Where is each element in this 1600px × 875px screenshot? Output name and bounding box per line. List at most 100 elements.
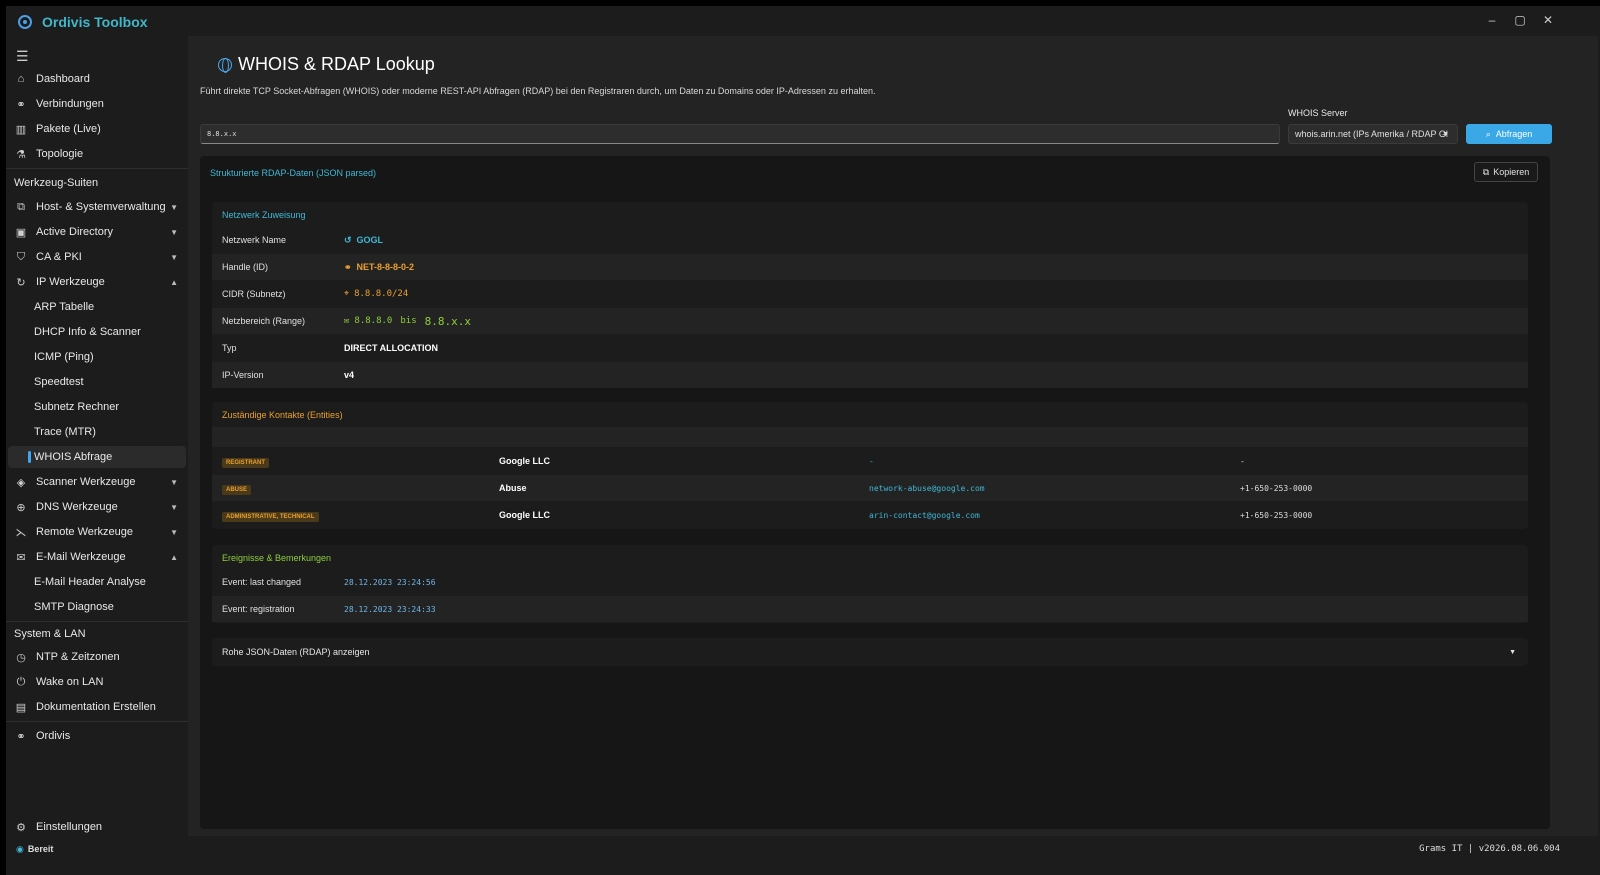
sidebar-divider — [6, 721, 188, 722]
entities-header-row — [212, 427, 1528, 447]
remote-icon: ⋋ — [15, 526, 27, 539]
events-title: Ereignisse & Bemerkungen — [222, 553, 332, 563]
chevron-down-icon: ▼ — [170, 252, 178, 262]
nav-verbindungen[interactable]: ⚭ Verbindungen — [8, 93, 186, 115]
nav-email-header[interactable]: E-Mail Header Analyse — [8, 571, 186, 593]
event-date: 28.12.2023 23:24:33 — [344, 604, 436, 614]
nav-scanner[interactable]: ◈ Scanner Werkzeuge ▼ — [8, 471, 186, 493]
chevron-down-icon: ▼ — [170, 202, 178, 212]
nav-trace[interactable]: Trace (MTR) — [8, 421, 186, 443]
nav-ip-werkzeuge[interactable]: ↻ IP Werkzeuge ▲ — [8, 271, 186, 293]
section-system-lan: System & LAN — [14, 628, 86, 640]
nav-whois-abfrage[interactable]: WHOIS Abfrage — [8, 446, 186, 468]
chevron-down-icon: ▼ — [170, 477, 178, 487]
event-row: Event: registration 28.12.2023 23:24:33 — [212, 596, 1528, 622]
chevron-up-icon: ▲ — [170, 552, 178, 562]
nav-email[interactable]: ✉ E-Mail Werkzeuge ▲ — [8, 546, 186, 568]
nav-arp-tabelle[interactable]: ARP Tabelle — [8, 296, 186, 318]
hamburger-menu-icon[interactable]: ☰ — [16, 48, 29, 65]
nav-smtp-diagnose[interactable]: SMTP Diagnose — [8, 596, 186, 618]
version-text: Grams IT | v2026.08.06.004 — [1419, 844, 1560, 854]
entity-email[interactable]: arin-contact@google.com — [869, 511, 980, 520]
minimize-button[interactable]: – — [1478, 6, 1506, 34]
power-icon: ⏻ — [16, 675, 26, 688]
maximize-button[interactable]: ▢ — [1506, 6, 1534, 34]
link-icon: ⚭ — [16, 730, 26, 743]
directory-icon: ▣ — [15, 226, 27, 239]
nav-dhcp[interactable]: DHCP Info & Scanner — [8, 321, 186, 343]
role-badge: ABUSE — [222, 485, 252, 495]
chevron-down-icon: ▼ — [170, 527, 178, 537]
nav-dns[interactable]: ⊕ DNS Werkzeuge ▼ — [8, 496, 186, 518]
nav-icmp[interactable]: ICMP (Ping) — [8, 346, 186, 368]
flask-icon: ⚗ — [16, 148, 26, 161]
nav-ca-pki[interactable]: ⛉ CA & PKI ▼ — [8, 246, 186, 268]
copy-icon: ⧉ — [1482, 166, 1490, 177]
nav-ordivis[interactable]: ⚭ Ordivis — [8, 725, 186, 747]
whois-server-select[interactable]: whois.arin.net (IPs Amerika / RDAP Gl ▼ — [1288, 124, 1458, 144]
main-content: WHOIS & RDAP Lookup Führt direkte TCP So… — [188, 36, 1598, 836]
search-icon: ⌕ — [1485, 128, 1491, 139]
event-row: Event: last changed 28.12.2023 23:24:56 — [222, 577, 436, 587]
result-title: Strukturierte RDAP-Daten (JSON parsed) — [210, 168, 377, 178]
nav-ntp[interactable]: ◷ NTP & Zeitzonen — [8, 646, 186, 668]
query-button[interactable]: ⌕ Abfragen — [1466, 124, 1552, 144]
link-icon: ⚭ — [16, 98, 26, 111]
raw-json-toggle[interactable]: Rohe JSON-Daten (RDAP) anzeigen ▼ — [212, 638, 1528, 666]
mail-icon: ✉ — [16, 551, 26, 564]
entity-name: Google LLC — [499, 456, 550, 466]
chevron-down-icon: ▼ — [1509, 648, 1516, 656]
nav-topologie[interactable]: ⚗ Topologie — [8, 143, 186, 165]
entity-name: Google LLC — [499, 510, 550, 520]
entity-phone: - — [1240, 456, 1245, 466]
result-card: Strukturierte RDAP-Daten (JSON parsed) ⧉… — [200, 156, 1550, 829]
whois-server-label: WHOIS Server — [1288, 108, 1348, 118]
chevron-down-icon: ▼ — [170, 502, 178, 512]
home-icon: ⌂ — [17, 73, 25, 85]
app-logo-icon — [18, 15, 32, 29]
cidr-value: 8.8.8.0/24 — [354, 289, 409, 299]
nav-speedtest[interactable]: Speedtest — [8, 371, 186, 393]
nav-host-system[interactable]: ⧉ Host- & Systemverwaltung ▼ — [8, 196, 186, 218]
entity-row: ABUSE Abuse network-abuse@google.com +1-… — [212, 475, 1528, 501]
network-row: IP-Version v4 — [212, 362, 1528, 388]
nav-remote[interactable]: ⋋ Remote Werkzeuge ▼ — [8, 521, 186, 543]
role-badge: ADMINISTRATIVE, TECHNICAL — [222, 512, 319, 522]
network-panel: Netzwerk Zuweisung Netzwerk Name ↺ GOGL H… — [212, 202, 1528, 388]
globe-icon — [218, 57, 232, 73]
entity-row: ADMINISTRATIVE, TECHNICAL Google LLC ari… — [212, 502, 1528, 528]
page-description: Führt direkte TCP Socket-Abfragen (WHOIS… — [200, 86, 876, 96]
document-icon: ▤ — [15, 701, 27, 714]
section-werkzeug-suiten: Werkzeug-Suiten — [14, 177, 99, 189]
gear-icon: ⚙ — [16, 821, 26, 834]
entity-email[interactable]: network-abuse@google.com — [869, 484, 985, 493]
library-icon: ▥ — [15, 123, 27, 136]
handle-value: NET-8-8-8-0-2 — [356, 262, 415, 272]
clock-icon: ◷ — [16, 651, 26, 664]
nav-dokumentation[interactable]: ▤ Dokumentation Erstellen — [8, 696, 186, 718]
network-row: Handle (ID) ⚭ NET-8-8-8-0-2 — [212, 254, 1528, 280]
sidebar-divider — [6, 168, 188, 169]
nav-pakete[interactable]: ▥ Pakete (Live) — [8, 118, 186, 140]
entity-row: REGISTRANT Google LLC - - — [212, 448, 1528, 474]
status-bar: ◉ Bereit Grams IT | v2026.08.06.004 — [6, 839, 1600, 859]
copy-button[interactable]: ⧉ Kopieren — [1474, 162, 1538, 182]
link-icon: ⚭ — [344, 261, 352, 272]
nav-wake-on-lan[interactable]: ⏻ Wake on LAN — [8, 671, 186, 693]
app-window: Ordivis Toolbox – ▢ ✕ ☰ ⌂ Dashboard ⚭ Verb… — [6, 6, 1600, 875]
layers-icon: ◈ — [16, 476, 26, 489]
nav-einstellungen[interactable]: ⚙ Einstellungen — [8, 816, 186, 838]
history-icon: ↺ — [344, 234, 352, 245]
typ-value: DIRECT ALLOCATION — [344, 343, 438, 353]
ip-version-value: v4 — [344, 370, 355, 380]
nav-subnetz-rechner[interactable]: Subnetz Rechner — [8, 396, 186, 418]
nav-active-directory[interactable]: ▣ Active Directory ▼ — [8, 221, 186, 243]
entity-email: - — [869, 456, 874, 466]
network-title: Netzwerk Zuweisung — [222, 210, 306, 220]
nav-dashboard[interactable]: ⌂ Dashboard — [8, 68, 186, 90]
query-input[interactable] — [200, 124, 1280, 144]
close-button[interactable]: ✕ — [1534, 6, 1562, 34]
chevron-down-icon: ▼ — [170, 227, 178, 237]
network-row: Netzwerk Name ↺ GOGL — [222, 234, 384, 246]
shield-icon: ⛉ — [16, 250, 26, 263]
